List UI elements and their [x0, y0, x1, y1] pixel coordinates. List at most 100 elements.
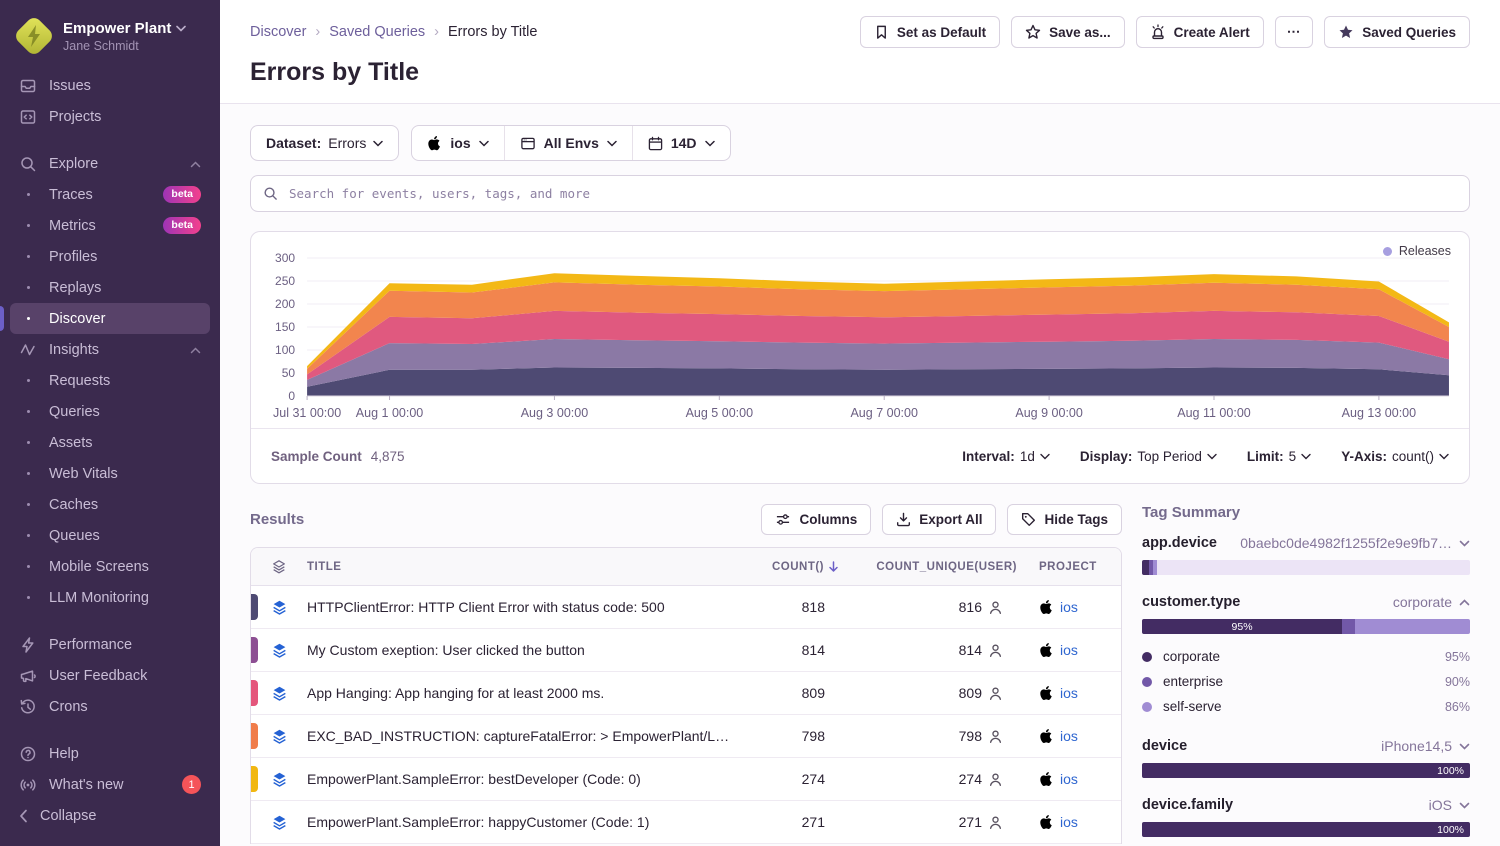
row-project-link[interactable]: ios — [1025, 642, 1121, 658]
sidebar-item-queries[interactable]: Queries — [10, 396, 210, 427]
search-icon — [263, 186, 278, 201]
sidebar-item-mobile-screens[interactable]: Mobile Screens — [10, 551, 210, 582]
column-count-unique[interactable]: COUNT_UNIQUE(USER) — [847, 561, 1025, 573]
hide-tags-button[interactable]: Hide Tags — [1007, 504, 1122, 535]
sidebar-item-crons[interactable]: Crons — [10, 691, 210, 722]
sidebar-item-caches[interactable]: Caches — [10, 489, 210, 520]
tag-legend-row[interactable]: corporate95% — [1142, 644, 1470, 669]
tag-distribution-bar[interactable]: 100% — [1142, 822, 1470, 837]
table-row[interactable]: My Custom exeption: User clicked the but… — [251, 629, 1121, 672]
chart-control-interval[interactable]: Interval:1d — [962, 449, 1050, 464]
row-project-link[interactable]: ios — [1025, 814, 1121, 830]
sidebar-item-issues[interactable]: Issues — [10, 70, 210, 101]
stack-icon[interactable] — [271, 685, 288, 702]
bullet-icon — [19, 503, 37, 506]
svg-text:50: 50 — [282, 366, 296, 380]
column-count[interactable]: COUNT() — [739, 561, 847, 573]
row-project-link[interactable]: ios — [1025, 771, 1121, 787]
sidebar-item-llm-monitoring[interactable]: LLM Monitoring — [10, 582, 210, 613]
row-title-link[interactable]: My Custom exeption: User clicked the but… — [299, 629, 739, 672]
more-options-button[interactable]: ⋯ — [1275, 16, 1314, 48]
tag-legend-row[interactable]: self-serve86% — [1142, 694, 1470, 719]
chevron-up-icon[interactable] — [190, 342, 201, 358]
sidebar-item-projects[interactable]: Projects — [10, 101, 210, 132]
row-count-unique: 809 — [847, 685, 1025, 701]
breadcrumb-saved-queries[interactable]: Saved Queries — [329, 24, 425, 40]
row-project-link[interactable]: ios — [1025, 599, 1121, 615]
column-title[interactable]: TITLE — [299, 561, 739, 573]
user-icon — [988, 815, 1003, 830]
tag-legend-row[interactable]: enterprise90% — [1142, 669, 1470, 694]
table-row[interactable]: EXC_BAD_INSTRUCTION: captureFatalError: … — [251, 715, 1121, 758]
sidebar-item-assets[interactable]: Assets — [10, 427, 210, 458]
sidebar-item-replays[interactable]: Replays — [10, 272, 210, 303]
create-alert-button[interactable]: Create Alert — [1136, 16, 1264, 48]
chevron-down-icon — [705, 140, 715, 147]
environment-filter[interactable]: All Envs — [504, 126, 632, 160]
sidebar-item-discover[interactable]: Discover — [10, 303, 210, 334]
row-project-link[interactable]: ios — [1025, 685, 1121, 701]
row-title-link[interactable]: EXC_BAD_INSTRUCTION: captureFatalError: … — [299, 715, 739, 758]
sample-count: Sample Count 4,875 — [271, 449, 405, 464]
sidebar-item-web-vitals[interactable]: Web Vitals — [10, 458, 210, 489]
sidebar-item-profiles[interactable]: Profiles — [10, 241, 210, 272]
tag-distribution-bar[interactable]: 100% — [1142, 763, 1470, 778]
table-row[interactable]: HTTPClientError: HTTP Client Error with … — [251, 586, 1121, 629]
sidebar-item-insights[interactable]: Insights — [10, 334, 210, 365]
search-input[interactable] — [287, 185, 1457, 202]
stack-icon[interactable] — [271, 728, 288, 745]
notification-count-badge: 1 — [182, 775, 201, 794]
tag-value-dropdown[interactable]: corporate — [1393, 594, 1470, 610]
org-switcher[interactable]: Empower Plant Jane Schmidt — [0, 12, 220, 70]
row-title-link[interactable]: EmpowerPlant.SampleError: happyCustomer … — [299, 801, 739, 844]
sidebar-item-help[interactable]: Help — [10, 738, 210, 769]
row-title-link[interactable]: HTTPClientError: HTTP Client Error with … — [299, 586, 739, 629]
sidebar-item-what-s-new[interactable]: What's new1 — [10, 769, 210, 800]
saved-queries-button[interactable]: Saved Queries — [1324, 16, 1470, 48]
tag-distribution-bar[interactable] — [1142, 560, 1470, 575]
columns-button[interactable]: Columns — [761, 504, 871, 535]
row-project-link[interactable]: ios — [1025, 728, 1121, 744]
sidebar-collapse-button[interactable]: Collapse — [0, 800, 220, 832]
export-all-button[interactable]: Export All — [882, 504, 996, 535]
chevron-down-icon — [1459, 540, 1470, 547]
chart-control-limit[interactable]: Limit:5 — [1247, 449, 1311, 464]
tag-value-dropdown[interactable]: iPhone14,5 — [1381, 738, 1470, 754]
sidebar-item-performance[interactable]: Performance — [10, 629, 210, 660]
stack-icon[interactable] — [271, 814, 288, 831]
chevron-down-icon — [479, 140, 489, 147]
table-row[interactable]: App Hanging: App hanging for at least 20… — [251, 672, 1121, 715]
tag-distribution-bar[interactable]: 95% — [1142, 619, 1470, 634]
feedback-icon — [19, 667, 37, 685]
breadcrumb-discover[interactable]: Discover — [250, 24, 306, 40]
chart-control-display[interactable]: Display:Top Period — [1080, 449, 1217, 464]
stack-icon[interactable] — [271, 599, 288, 616]
date-range-filter[interactable]: 14D — [632, 126, 730, 160]
tag-value-dropdown[interactable]: iOS — [1429, 797, 1470, 813]
sidebar-item-queues[interactable]: Queues — [10, 520, 210, 551]
dataset-selector[interactable]: Dataset: Errors — [250, 125, 399, 161]
legend-dot-icon — [1142, 677, 1152, 687]
sidebar-item-requests[interactable]: Requests — [10, 365, 210, 396]
table-row[interactable]: EmpowerPlant.SampleError: bestDeveloper … — [251, 758, 1121, 801]
save-as-button[interactable]: Save as... — [1011, 16, 1125, 48]
sidebar-item-traces[interactable]: Tracesbeta — [10, 179, 210, 210]
sidebar-item-metrics[interactable]: Metricsbeta — [10, 210, 210, 241]
chart-control-yaxis[interactable]: Y-Axis:count() — [1341, 449, 1449, 464]
stack-icon[interactable] — [271, 642, 288, 659]
row-title-link[interactable]: App Hanging: App hanging for at least 20… — [299, 672, 739, 715]
broadcast-icon — [19, 776, 37, 794]
column-project[interactable]: PROJECT — [1025, 561, 1121, 573]
releases-legend[interactable]: Releases — [1383, 244, 1451, 258]
breadcrumb-current: Errors by Title — [448, 24, 537, 40]
table-row[interactable]: EmpowerPlant.SampleError: happyCustomer … — [251, 801, 1121, 844]
project-filter[interactable]: ios — [412, 126, 503, 160]
sidebar-item-user-feedback[interactable]: User Feedback — [10, 660, 210, 691]
set-as-default-button[interactable]: Set as Default — [860, 16, 1000, 48]
sidebar-item-explore[interactable]: Explore — [10, 148, 210, 179]
row-title-link[interactable]: EmpowerPlant.SampleError: bestDeveloper … — [299, 758, 739, 801]
search-bar — [250, 175, 1470, 212]
tag-value-dropdown[interactable]: 0baebc0de4982f1255f2e9e9fb7… — [1240, 535, 1470, 551]
stack-icon[interactable] — [271, 771, 288, 788]
chevron-up-icon[interactable] — [190, 156, 201, 172]
